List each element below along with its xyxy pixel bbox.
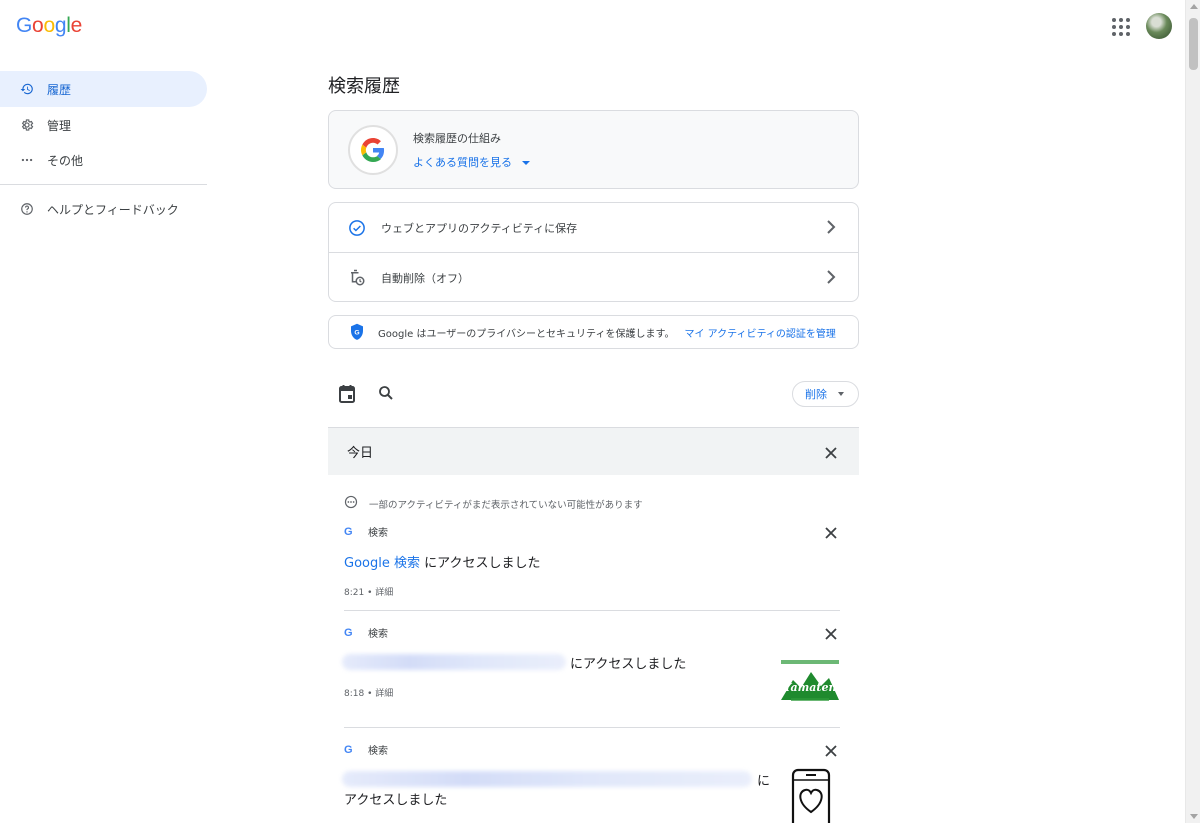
entry-title-suffix: にアクセスしました xyxy=(570,657,687,672)
close-icon[interactable] xyxy=(824,743,838,757)
entry-source: G 検索 xyxy=(344,625,388,641)
site-thumbnail-logo: Yamaten xyxy=(779,658,841,704)
sidebar-item-more[interactable]: その他 xyxy=(0,142,207,178)
sidebar-item-manage[interactable]: 管理 xyxy=(0,107,207,143)
web-app-activity-label: ウェブとアプリのアクティビティに保存 xyxy=(381,221,578,235)
info-card-title: 検索履歴の仕組み xyxy=(413,132,501,145)
redacted-link[interactable] xyxy=(342,771,752,787)
delete-button-label: 削除 xyxy=(805,388,827,401)
account-avatar[interactable] xyxy=(1146,13,1172,39)
manage-verification-link[interactable]: マイ アクティビティの認証を管理 xyxy=(684,325,835,340)
google-g-icon: G xyxy=(344,626,353,639)
entry-source-label: 検索 xyxy=(368,746,388,757)
apps-grid-icon[interactable] xyxy=(1108,14,1132,38)
logo-letter-g: G xyxy=(16,14,33,37)
entry-detail-link[interactable]: 詳細 xyxy=(375,588,393,598)
close-icon[interactable] xyxy=(824,525,838,539)
caret-down-icon xyxy=(838,392,844,396)
check-circle-icon xyxy=(348,219,368,237)
day-label: 今日 xyxy=(347,446,374,461)
entry-meta: 8:21 • 詳細 xyxy=(344,588,394,598)
redacted-link[interactable] xyxy=(342,654,566,670)
entry-time: 8:21 xyxy=(344,588,365,598)
faq-link-label: よくある質問を見る xyxy=(413,156,512,169)
page-title: 検索履歴 xyxy=(328,76,400,97)
google-g-icon: G xyxy=(344,525,353,538)
logo-letter-o1: o xyxy=(32,14,44,37)
history-icon xyxy=(20,82,34,96)
day-header-today: 今日 xyxy=(328,427,859,475)
sidebar-divider xyxy=(0,184,207,185)
close-icon[interactable] xyxy=(824,626,838,640)
entry-title-link[interactable]: Google 検索 xyxy=(344,556,420,571)
chevron-right-icon xyxy=(826,269,836,288)
entry-time: 8:18 xyxy=(344,689,365,699)
svg-text:G: G xyxy=(354,330,359,337)
gear-icon xyxy=(20,118,34,132)
sidebar-item-label: ヘルプとフィードバック xyxy=(47,202,179,217)
logo-letter-o2: o xyxy=(43,14,55,37)
entry-title-suffix: にアクセスしました xyxy=(419,556,541,571)
entry-divider xyxy=(344,727,840,728)
google-g-icon xyxy=(348,125,398,175)
shield-icon: G xyxy=(349,323,365,341)
privacy-text: Google はユーザーのプライバシーとセキュリティを保護します。 xyxy=(378,328,675,340)
entry-divider xyxy=(344,610,840,611)
more-circle-icon xyxy=(344,495,358,512)
scroll-down-arrow-icon[interactable] xyxy=(1190,814,1198,819)
phone-heart-thumbnail xyxy=(790,768,832,823)
entry-title-suffix-line2: アクセスしました xyxy=(344,793,448,808)
caret-down-icon xyxy=(521,161,530,165)
google-logo[interactable]: Google xyxy=(16,14,82,38)
logo-letter-g2: g xyxy=(54,14,67,37)
entry-meta: 8:18 • 詳細 xyxy=(344,689,394,699)
sidebar-item-label: 履歴 xyxy=(47,82,72,97)
history-settings-card: ウェブとアプリのアクティビティに保存 自動削除（オフ） xyxy=(328,202,859,302)
more-horiz-icon xyxy=(20,153,34,167)
delete-button[interactable]: 削除 xyxy=(792,381,859,407)
entry-title: Google 検索 にアクセスしました xyxy=(344,552,540,571)
faq-link[interactable]: よくある質問を見る xyxy=(413,154,530,170)
thumbnail-text: Yamaten xyxy=(784,681,837,694)
sidebar-item-label: その他 xyxy=(47,153,84,168)
auto-delete-row[interactable]: 自動削除（オフ） xyxy=(329,253,858,302)
sidebar-item-label: 管理 xyxy=(47,118,72,133)
sidebar-item-history[interactable]: 履歴 xyxy=(0,71,207,107)
notice-text: 一部のアクティビティがまだ表示されていない可能性があります xyxy=(369,499,643,511)
entry-source: G 検索 xyxy=(344,742,388,758)
search-icon[interactable] xyxy=(377,384,395,406)
help-icon xyxy=(20,202,34,216)
sidebar-item-help[interactable]: ヘルプとフィードバック xyxy=(0,191,207,227)
entry-source-label: 検索 xyxy=(368,528,388,539)
logo-letter-e: e xyxy=(70,14,83,37)
scroll-up-arrow-icon[interactable] xyxy=(1190,4,1198,9)
entry-source: G 検索 xyxy=(344,524,388,540)
chevron-right-icon xyxy=(826,219,836,238)
web-app-activity-row[interactable]: ウェブとアプリのアクティビティに保存 xyxy=(329,203,858,252)
scrollbar-thumb[interactable] xyxy=(1189,18,1198,70)
pending-activity-notice: 一部のアクティビティがまだ表示されていない可能性があります xyxy=(344,495,643,512)
entry-source-label: 検索 xyxy=(368,629,388,640)
auto-delete-label: 自動削除（オフ） xyxy=(381,271,469,285)
entry-title-suffix-line1: に xyxy=(757,774,771,789)
privacy-card: G Google はユーザーのプライバシーとセキュリティを保護します。 マイ ア… xyxy=(328,315,859,349)
calendar-icon[interactable] xyxy=(338,384,356,408)
close-icon[interactable] xyxy=(824,445,838,459)
google-g-icon: G xyxy=(344,743,353,756)
how-history-works-card: 検索履歴の仕組み よくある質問を見る xyxy=(328,110,859,189)
entry-detail-link[interactable]: 詳細 xyxy=(375,689,393,699)
scrollbar[interactable] xyxy=(1185,0,1200,823)
auto-delete-icon xyxy=(348,269,368,287)
